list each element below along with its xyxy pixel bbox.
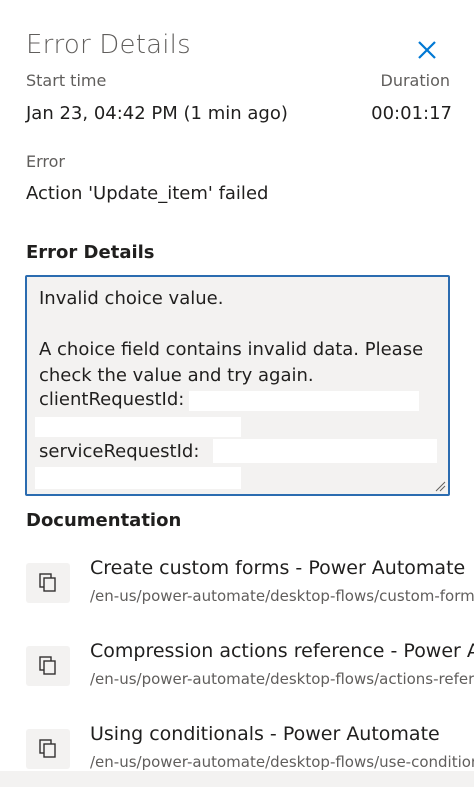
- error-details-textarea[interactable]: Invalid choice value. A choice field con…: [25, 275, 450, 496]
- redacted-block: [189, 391, 419, 411]
- details-line-1: Invalid choice value.: [39, 288, 224, 309]
- duration-label: Duration: [380, 71, 451, 90]
- start-time-label: Start time: [26, 71, 107, 90]
- close-icon: [418, 41, 436, 59]
- doc-url: /en-us/power-automate/desktop-flows/acti…: [90, 670, 474, 688]
- redacted-block: [35, 417, 241, 437]
- error-label: Error: [26, 152, 65, 171]
- error-details-label: Error Details: [26, 242, 155, 263]
- document-copy-icon: [39, 573, 56, 592]
- details-line-3: check the value and try again.: [39, 365, 314, 386]
- details-line-5: serviceRequestId:: [39, 441, 200, 462]
- document-copy-icon: [39, 739, 56, 758]
- documentation-label: Documentation: [26, 510, 182, 531]
- redacted-block: [213, 439, 437, 463]
- close-button[interactable]: [413, 36, 441, 64]
- redacted-block: [35, 467, 241, 489]
- resize-handle-icon[interactable]: [434, 480, 446, 492]
- doc-icon-tile: [26, 646, 70, 686]
- doc-url: /en-us/power-automate/desktop-flows/cust…: [90, 587, 474, 605]
- document-copy-icon: [39, 656, 56, 675]
- start-time-value: Jan 23, 04:42 PM (1 min ago): [26, 103, 288, 124]
- duration-value: 00:01:17: [371, 103, 452, 124]
- details-line-4: clientRequestId:: [39, 389, 185, 410]
- error-value: Action 'Update_item' failed: [26, 183, 269, 204]
- doc-link-item[interactable]: Compression actions reference - Power Au…: [0, 640, 474, 704]
- doc-title: Create custom forms - Power Automate: [90, 557, 466, 579]
- panel-title: Error Details: [26, 30, 191, 60]
- doc-title: Compression actions reference - Power Au…: [90, 640, 474, 662]
- doc-title: Using conditionals - Power Automate: [90, 723, 440, 745]
- doc-link-item[interactable]: Create custom forms - Power Automate /en…: [0, 557, 474, 621]
- doc-icon-tile: [26, 729, 70, 769]
- details-line-2: A choice field contains invalid data. Pl…: [39, 339, 424, 360]
- bottom-scroll-bar: [0, 771, 474, 787]
- doc-icon-tile: [26, 563, 70, 603]
- doc-url: /en-us/power-automate/desktop-flows/use-…: [90, 753, 474, 771]
